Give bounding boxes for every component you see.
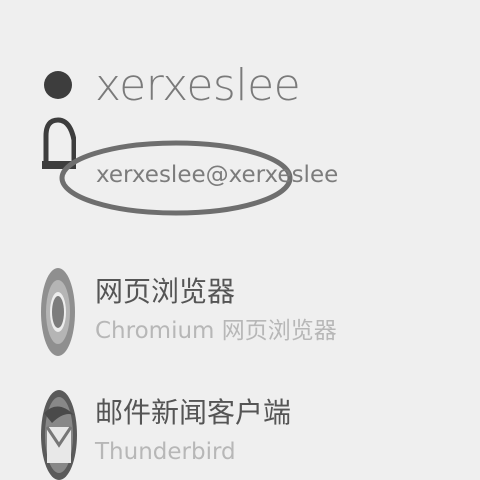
- user-name: xerxeslee: [95, 60, 301, 111]
- app-subtitle: Thunderbird: [95, 439, 236, 465]
- user-email-highlight: xerxeslee@xerxeslee: [58, 138, 338, 218]
- app-subtitle: Chromium 网页浏览器: [95, 318, 337, 344]
- chromium-icon: [40, 266, 76, 362]
- app-item-mail[interactable]: 邮件新闻客户端 Thunderbird: [0, 383, 480, 480]
- menu-panel: xerxeslee xerxeslee@xerxeslee 网页浏览器 Chro…: [0, 0, 480, 480]
- thunderbird-icon: [40, 387, 78, 480]
- app-item-browser[interactable]: 网页浏览器 Chromium 网页浏览器: [0, 262, 480, 362]
- app-title: 网页浏览器: [95, 275, 236, 308]
- app-title: 邮件新闻客户端: [95, 396, 292, 429]
- user-email: xerxeslee@xerxeslee: [96, 162, 339, 188]
